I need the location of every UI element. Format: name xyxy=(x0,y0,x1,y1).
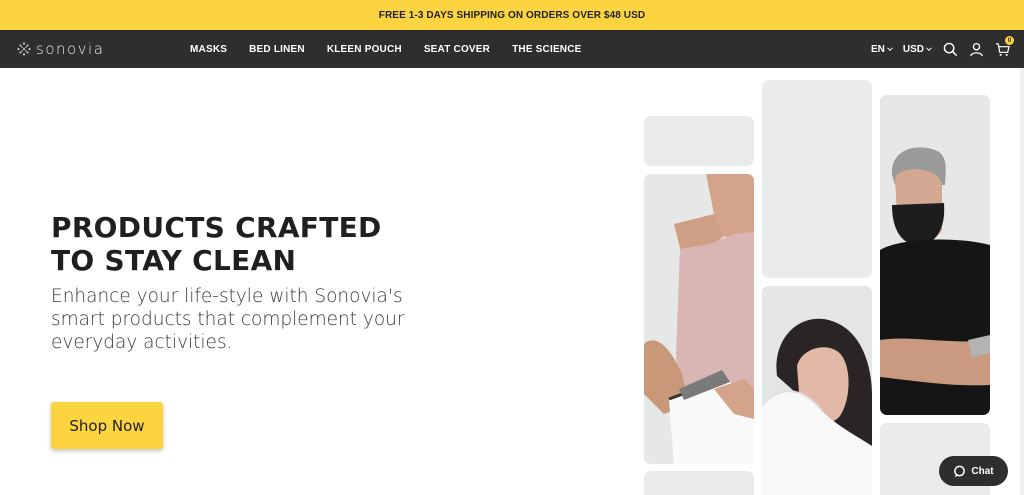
navbar: sonovia MASKS BED LINEN KLEEN POUCH SEAT… xyxy=(0,30,1024,68)
chat-bubble-icon xyxy=(954,465,966,477)
hero-title-line-1: PRODUCTS CRAFTED xyxy=(51,211,382,244)
product-image-bed-linen[interactable] xyxy=(762,286,872,495)
chevron-down-icon xyxy=(926,47,932,52)
language-value: EN xyxy=(870,43,885,55)
promo-bar: FREE 1-3 DAYS SHIPPING ON ORDERS OVER $4… xyxy=(0,0,1024,30)
nav-link-seat-cover[interactable]: SEAT COVER xyxy=(424,44,490,55)
nav-link-the-science[interactable]: THE SCIENCE xyxy=(512,44,581,55)
woman-with-pillow-image xyxy=(762,286,872,495)
chevron-down-icon xyxy=(887,47,893,52)
currency-value: USD xyxy=(902,43,924,55)
collage-tile-empty-2 xyxy=(644,471,754,495)
product-image-masks[interactable] xyxy=(880,95,990,415)
hero-subtitle: Enhance your life-style with Sonovia's s… xyxy=(51,286,405,353)
logo-mark-icon xyxy=(17,42,31,56)
hero-title-line-2: TO STAY CLEAN xyxy=(51,244,297,277)
user-icon[interactable] xyxy=(968,41,984,57)
shop-now-button[interactable]: Shop Now xyxy=(51,402,163,449)
logo-text: sonovia xyxy=(36,40,105,58)
search-icon[interactable] xyxy=(942,41,958,57)
chat-button[interactable]: Chat xyxy=(939,456,1008,486)
logo[interactable]: sonovia xyxy=(17,39,104,59)
language-selector[interactable]: EN xyxy=(871,44,893,55)
chat-label: Chat xyxy=(971,465,994,477)
main-nav: MASKS BED LINEN KLEEN POUCH SEAT COVER T… xyxy=(190,30,604,68)
nav-link-kleen-pouch[interactable]: KLEEN POUCH xyxy=(327,44,402,55)
nav-link-masks[interactable]: MASKS xyxy=(190,44,227,55)
collage-tile-empty-3 xyxy=(762,80,872,278)
nav-utilities: EN USD 0 xyxy=(871,30,1014,68)
nav-link-bed-linen[interactable]: BED LINEN xyxy=(249,44,305,55)
cart-count-badge: 0 xyxy=(1005,36,1014,45)
hero-title: PRODUCTS CRAFTED TO STAY CLEAN xyxy=(51,211,451,277)
collage-tile-empty-1 xyxy=(644,116,754,166)
man-holding-pouch-image xyxy=(644,174,754,464)
man-wearing-mask-image xyxy=(880,95,990,415)
page-scrollbar[interactable] xyxy=(1020,68,1024,495)
currency-selector[interactable]: USD xyxy=(903,44,932,55)
cart-icon[interactable]: 0 xyxy=(994,36,1014,57)
promo-text: FREE 1-3 DAYS SHIPPING ON ORDERS OVER $4… xyxy=(378,9,646,21)
product-image-kleen-pouch[interactable] xyxy=(644,174,754,464)
